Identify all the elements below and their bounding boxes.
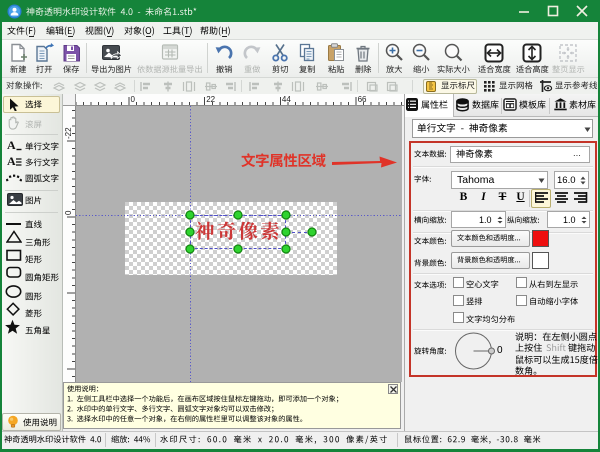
svg-text:-22: -22: [64, 127, 73, 139]
svg-text:44: 44: [282, 95, 291, 104]
svg-text:22: 22: [206, 95, 215, 104]
svg-text:66: 66: [358, 95, 367, 104]
svg-text:A: A: [7, 139, 16, 152]
svg-text:0: 0: [64, 210, 73, 215]
svg-text:0: 0: [131, 95, 136, 104]
svg-text:A: A: [7, 155, 16, 168]
